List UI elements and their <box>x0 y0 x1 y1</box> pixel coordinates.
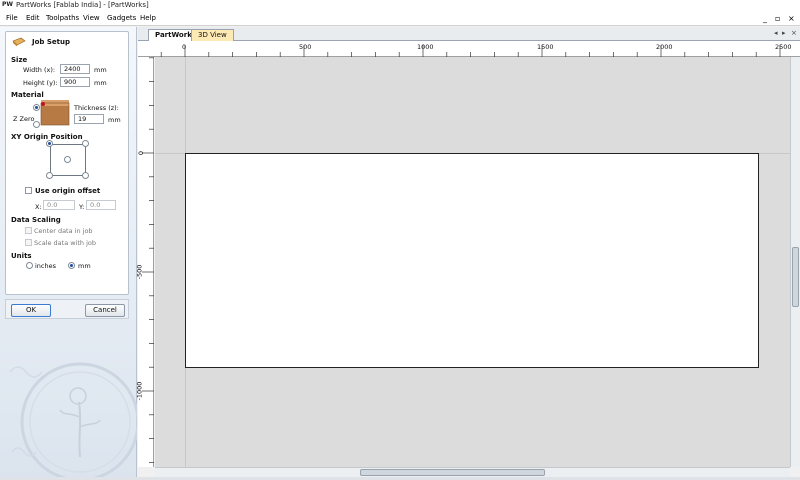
ruler-label-v1000: -1000 <box>135 381 144 401</box>
menu-view[interactable]: View <box>83 14 100 22</box>
scale-data-checkbox[interactable] <box>25 239 32 246</box>
close-icon[interactable]: × <box>788 14 795 23</box>
thickness-label: Thickness (z): <box>74 104 119 112</box>
title-bar: PW PartWorks [Fablab India] - [PartWorks… <box>0 0 800 12</box>
units-inches-label: inches <box>35 262 57 270</box>
ruler-label-2500: 2500 <box>775 43 792 51</box>
units-header: Units <box>11 252 32 260</box>
ok-button[interactable]: OK <box>11 304 51 317</box>
material-block-image <box>40 100 70 126</box>
ruler-label-500: 500 <box>299 43 312 51</box>
size-header: Size <box>11 56 28 64</box>
width-label: Width (x): <box>23 66 56 74</box>
cancel-button[interactable]: Cancel <box>85 304 125 317</box>
width-unit: mm <box>94 66 107 74</box>
vertical-scrollbar[interactable] <box>790 57 800 467</box>
minimize-icon[interactable]: _ <box>763 14 767 23</box>
menu-file[interactable]: File <box>6 14 18 22</box>
units-mm-radio[interactable] <box>68 262 75 269</box>
height-unit: mm <box>94 79 107 87</box>
origin-bottom-right-radio[interactable] <box>82 172 89 179</box>
tab-close-icon[interactable]: × <box>791 29 797 37</box>
vertical-scroll-thumb[interactable] <box>792 247 799 307</box>
job-material-rectangle[interactable] <box>185 153 759 368</box>
ruler-label-1500: 1500 <box>537 43 554 51</box>
drawing-canvas[interactable] <box>155 57 790 467</box>
app-logo: PW <box>2 1 14 8</box>
scale-data-label: Scale data with job <box>34 239 97 247</box>
z-zero-label: Z Zero <box>13 115 35 123</box>
units-inches-radio[interactable] <box>26 262 33 269</box>
origin-top-right-radio[interactable] <box>82 140 89 147</box>
job-setup-form: Job Setup Size Width (x): 2400 mm Height… <box>5 31 129 295</box>
window-title: PartWorks [Fablab India] - [PartWorks] <box>16 1 149 9</box>
offset-x-label: X: <box>35 203 42 211</box>
view-tab-strip: PartWorks 3D View ◂ ▸ × <box>138 27 800 41</box>
data-scaling-header: Data Scaling <box>11 216 61 224</box>
center-data-checkbox[interactable] <box>25 227 32 234</box>
height-field[interactable]: 900 <box>60 77 90 87</box>
menu-bar: File Edit Toolpaths View Gadgets Help _ … <box>0 12 800 26</box>
origin-center-radio[interactable] <box>64 156 71 163</box>
ruler-label-v0: 0 <box>137 150 146 156</box>
origin-bottom-left-radio[interactable] <box>46 172 53 179</box>
ruler-label-0: 0 <box>182 43 187 51</box>
job-setup-panel: Job Setup Size Width (x): 2400 mm Height… <box>0 27 137 480</box>
origin-top-left-radio[interactable] <box>46 140 53 147</box>
tab-scroll-left-icon[interactable]: ◂ <box>774 29 778 37</box>
menu-toolpaths[interactable]: Toolpaths <box>46 14 79 22</box>
horizontal-scrollbar[interactable] <box>155 467 790 477</box>
thickness-unit: mm <box>108 116 121 124</box>
restore-icon[interactable]: ▫ <box>775 14 780 23</box>
offset-x-field[interactable]: 0.0 <box>43 200 75 210</box>
horizontal-scroll-thumb[interactable] <box>360 469 545 476</box>
ruler-label-1000: 1000 <box>417 43 434 51</box>
ruler-label-2000: 2000 <box>656 43 673 51</box>
horizontal-ruler: 0 500 1000 1500 2000 2500 <box>138 41 800 57</box>
tab-3d-view[interactable]: 3D View <box>191 29 234 41</box>
center-data-label: Center data in job <box>34 227 93 235</box>
offset-y-label: Y: <box>79 203 85 211</box>
vertical-ruler: 0 -500 -1000 <box>135 57 154 467</box>
offset-y-field[interactable]: 0.0 <box>86 200 116 210</box>
tab-scroll-right-icon[interactable]: ▸ <box>782 29 786 37</box>
use-origin-offset-checkbox[interactable] <box>25 187 32 194</box>
thickness-field[interactable]: 19 <box>74 114 104 124</box>
units-mm-label: mm <box>78 262 91 270</box>
use-origin-offset-label: Use origin offset <box>35 187 101 195</box>
menu-edit[interactable]: Edit <box>26 14 40 22</box>
panel-button-bar: OK Cancel <box>5 299 129 319</box>
menu-help[interactable]: Help <box>140 14 156 22</box>
panel-title: Job Setup <box>32 38 70 46</box>
menu-gadgets[interactable]: Gadgets <box>107 14 136 22</box>
job-setup-icon <box>12 37 26 47</box>
decorative-emblem-icon <box>9 362 137 480</box>
height-label: Height (y): <box>23 79 58 87</box>
ruler-label-v500: -500 <box>135 264 144 280</box>
width-field[interactable]: 2400 <box>60 64 90 74</box>
